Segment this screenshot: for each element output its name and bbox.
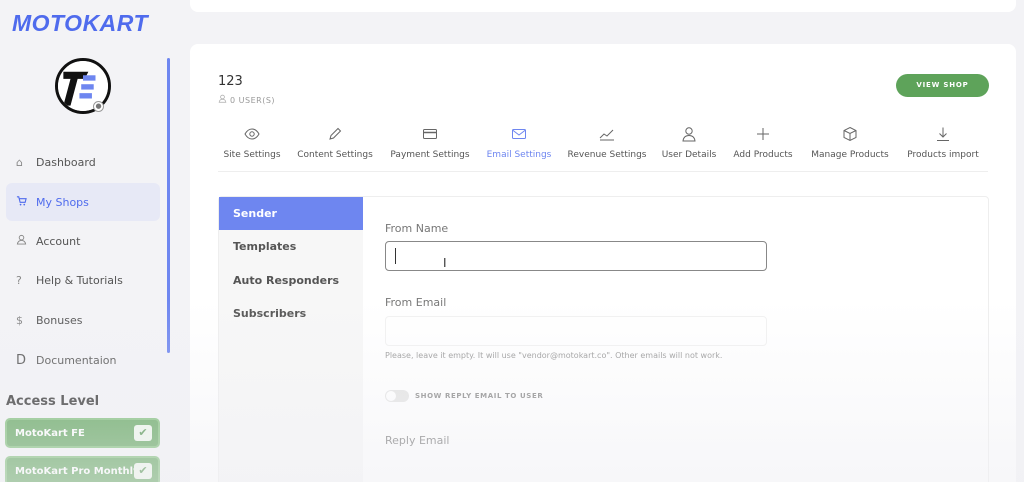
tab-label: Payment Settings: [390, 150, 470, 160]
sidebar: MOTOKART ● ⌂ Dashboard My Shops Account …: [0, 0, 172, 482]
check-icon: ✔: [134, 463, 152, 479]
text-caret: [395, 248, 396, 264]
cart-icon: [16, 195, 36, 209]
sidebar-item-dashboard[interactable]: ⌂ Dashboard: [6, 143, 160, 181]
access-badge-label: MotoKart FE: [15, 427, 85, 439]
sidebar-item-label: Help & Tutorials: [36, 273, 123, 287]
from-name-input[interactable]: I: [385, 241, 767, 271]
question-icon: ?: [16, 273, 22, 287]
shop-name: 123: [218, 74, 243, 89]
shop-user-count: 0 USER(S): [218, 94, 275, 105]
subnav-auto-responders[interactable]: Auto Responders: [219, 264, 363, 297]
sidebar-item-my-shops[interactable]: My Shops: [6, 183, 160, 221]
eye-icon: [222, 126, 282, 146]
tab-label: Add Products: [733, 150, 793, 160]
tab-add-products[interactable]: Add Products: [730, 126, 796, 160]
tab-site-settings[interactable]: Site Settings: [222, 126, 282, 160]
email-settings-panel: Sender Templates Auto Responders Subscri…: [218, 196, 989, 482]
tab-user-details[interactable]: User Details: [660, 126, 718, 160]
tab-label: Content Settings: [297, 150, 373, 160]
doc-icon: D: [16, 352, 27, 368]
subnav-subscribers[interactable]: Subscribers: [219, 297, 363, 330]
motokart-logo[interactable]: MOTOKART: [12, 10, 148, 37]
plus-icon: [730, 126, 796, 146]
tab-label: Email Settings: [486, 150, 552, 160]
tab-payment-settings[interactable]: Payment Settings: [388, 126, 472, 160]
settings-tabs: Site Settings Content Settings Payment S…: [218, 126, 988, 172]
sidebar-item-label: Documentaion: [36, 353, 117, 367]
tab-manage-products[interactable]: Manage Products: [807, 126, 893, 160]
tab-label: Revenue Settings: [567, 150, 647, 160]
view-shop-button[interactable]: VIEW SHOP: [896, 74, 989, 97]
check-icon: ✔: [134, 425, 152, 441]
subnav-sender[interactable]: Sender: [219, 197, 363, 230]
email-subnav: Sender Templates Auto Responders Subscri…: [219, 197, 363, 482]
access-level-title: Access Level: [6, 394, 100, 409]
text-cursor-icon: I: [443, 256, 447, 270]
pencil-icon: [295, 126, 375, 146]
camera-icon[interactable]: ●: [93, 101, 104, 112]
tab-revenue-settings[interactable]: Revenue Settings: [565, 126, 649, 160]
tab-products-import[interactable]: Products import: [904, 126, 982, 160]
sidebar-item-bonuses[interactable]: $ Bonuses: [6, 301, 160, 339]
subnav-templates[interactable]: Templates: [219, 230, 363, 263]
sidebar-item-label: My Shops: [36, 195, 89, 209]
from-email-label: From Email: [385, 296, 447, 309]
dollar-icon: $: [16, 313, 23, 327]
tab-label: Products import: [907, 150, 979, 160]
sidebar-item-label: Dashboard: [36, 155, 96, 169]
from-email-input[interactable]: [385, 316, 767, 346]
reply-email-label: Reply Email: [385, 434, 450, 447]
home-icon: ⌂: [16, 155, 23, 169]
tab-email-settings[interactable]: Email Settings: [485, 126, 553, 160]
user-icon: [16, 234, 36, 248]
download-icon: [904, 126, 982, 146]
credit-card-icon: [388, 126, 472, 146]
show-reply-email-label: SHOW REPLY EMAIL TO USER: [415, 392, 544, 400]
access-badge-pro-monthly: MotoKart Pro Monthly ✔: [5, 456, 160, 482]
access-badge-label: MotoKart Pro Monthly: [15, 465, 140, 477]
from-email-help: Please, leave it empty. It will use "ven…: [385, 351, 723, 360]
top-bar: [190, 0, 1016, 12]
sidebar-item-label: Bonuses: [36, 313, 83, 327]
user-count-text: 0 USER(S): [230, 96, 276, 105]
tab-label: Site Settings: [223, 150, 281, 160]
chart-line-icon: [565, 126, 649, 146]
sidebar-item-documentation[interactable]: D Documentaion: [6, 341, 160, 379]
sidebar-item-label: Account: [36, 234, 81, 248]
sidebar-item-account[interactable]: Account: [6, 222, 160, 260]
access-badge-fe: MotoKart FE ✔: [5, 418, 160, 448]
tab-label: Manage Products: [811, 150, 889, 160]
user-icon: [660, 126, 718, 146]
user-icon: [218, 94, 230, 105]
tab-label: User Details: [661, 150, 717, 160]
from-name-label: From Name: [385, 222, 449, 235]
shop-settings-card: 123 0 USER(S) VIEW SHOP Site Settings Co…: [190, 44, 1016, 482]
sidebar-item-help[interactable]: ? Help & Tutorials: [6, 261, 160, 299]
sidebar-scrollbar[interactable]: [167, 58, 170, 353]
box-icon: [807, 126, 893, 146]
show-reply-email-toggle[interactable]: [385, 390, 409, 402]
tab-content-settings[interactable]: Content Settings: [295, 126, 375, 160]
envelope-icon: [485, 126, 553, 146]
